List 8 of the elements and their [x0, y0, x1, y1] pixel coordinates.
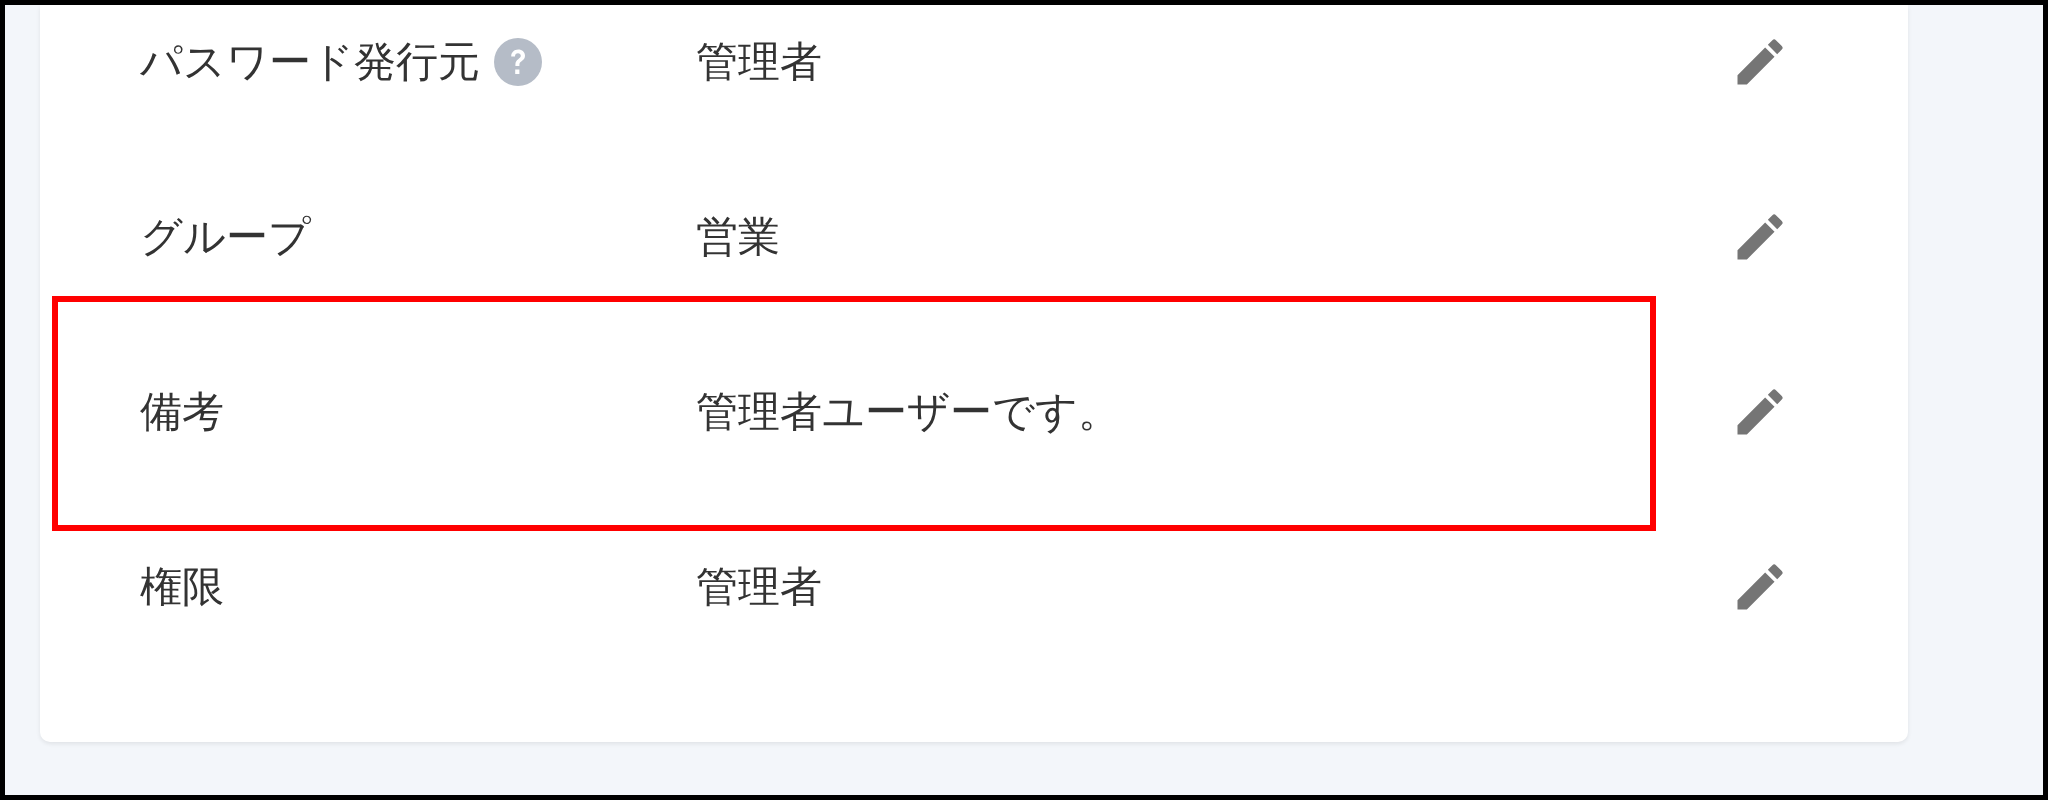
field-label: グループ: [140, 210, 311, 263]
field-label: 権限: [140, 560, 224, 613]
field-label: パスワード発行元: [140, 35, 480, 88]
field-value: 管理者ユーザーです。: [696, 385, 1121, 438]
field-value: 営業: [696, 210, 781, 263]
field-label: 備考: [140, 385, 224, 438]
field-value: 管理者: [696, 35, 823, 88]
field-value: 管理者: [696, 560, 823, 613]
